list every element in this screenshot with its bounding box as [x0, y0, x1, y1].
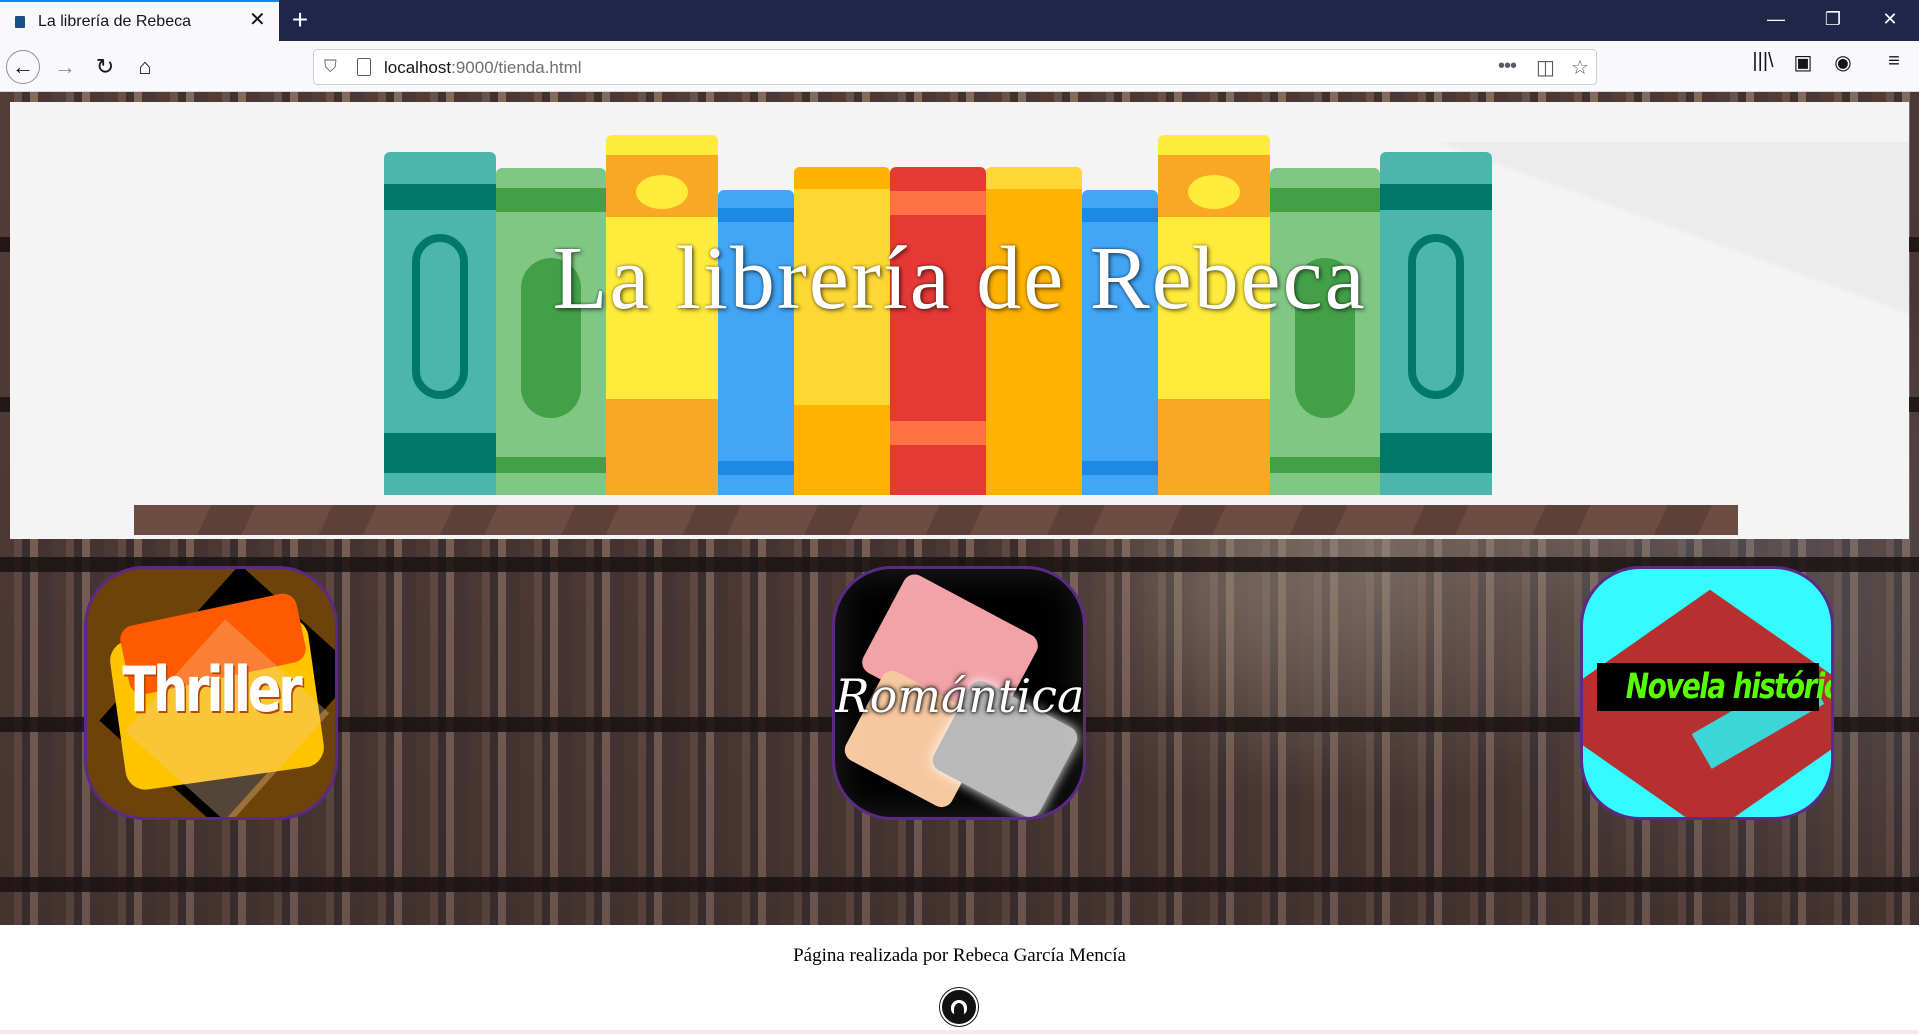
bookshelf-illustration: [134, 505, 1738, 535]
footer-divider: [0, 1030, 1919, 1034]
footer: Página realizada por Rebeca García Mencí…: [0, 925, 1919, 1034]
category-thriller-button[interactable]: Thriller: [84, 566, 338, 820]
tab-close-icon[interactable]: ✕: [249, 10, 266, 30]
footer-credit: Página realizada por Rebeca García Mencí…: [793, 945, 1126, 966]
page-viewport: La librería de Rebeca Thriller Romántica…: [0, 92, 1919, 1034]
library-icon[interactable]: |||\: [1749, 50, 1777, 73]
tracking-protection-shield-icon[interactable]: ⛉: [324, 57, 337, 77]
category-historical-label: Novela histórica: [1625, 667, 1834, 707]
favicon-icon: [15, 16, 25, 28]
navigation-toolbar: ← → ↻ ⌂ ⛉ localhost:9000/tienda.html •••…: [0, 41, 1919, 92]
url-path: :9000/tienda.html: [451, 58, 582, 77]
minimize-window-button[interactable]: —: [1763, 8, 1789, 30]
category-romance-button[interactable]: Romántica: [832, 566, 1086, 820]
account-icon[interactable]: ◉: [1829, 50, 1857, 75]
close-window-button[interactable]: ✕: [1877, 8, 1903, 30]
active-tab[interactable]: La librería de Rebeca ✕: [0, 0, 279, 41]
home-button[interactable]: ⌂: [128, 50, 162, 84]
category-romance-label: Romántica: [835, 669, 1085, 723]
site-title: La librería de Rebeca: [552, 229, 1367, 328]
restore-window-button[interactable]: ❐: [1820, 8, 1846, 30]
sidebar-icon[interactable]: ▣: [1789, 50, 1817, 75]
category-historical-label-box: Novela histórica: [1597, 663, 1831, 711]
category-historical-button[interactable]: Novela histórica: [1580, 566, 1834, 820]
tab-strip: La librería de Rebeca ✕ + — ❐ ✕: [0, 0, 1919, 41]
page-actions-more-icon[interactable]: •••: [1498, 55, 1517, 78]
url-host: localhost: [384, 58, 452, 77]
header-banner: La librería de Rebeca: [10, 102, 1909, 539]
new-tab-button[interactable]: +: [287, 4, 313, 36]
tab-title: La librería de Rebeca: [38, 13, 191, 30]
forward-button[interactable]: →: [48, 50, 82, 84]
address-bar[interactable]: ⛉ localhost:9000/tienda.html ••• ◫ ☆: [313, 49, 1597, 85]
bookmark-star-icon[interactable]: ☆: [1571, 55, 1589, 80]
page-info-icon[interactable]: [357, 58, 371, 76]
reload-button[interactable]: ↻: [88, 50, 122, 84]
back-button[interactable]: ←: [6, 50, 40, 84]
category-thriller-label: Thriller: [122, 653, 302, 726]
save-to-pocket-icon[interactable]: ◫: [1536, 55, 1555, 80]
url-text[interactable]: localhost:9000/tienda.html: [384, 58, 582, 78]
github-icon[interactable]: [940, 988, 978, 1026]
app-menu-icon[interactable]: ≡: [1880, 50, 1908, 73]
